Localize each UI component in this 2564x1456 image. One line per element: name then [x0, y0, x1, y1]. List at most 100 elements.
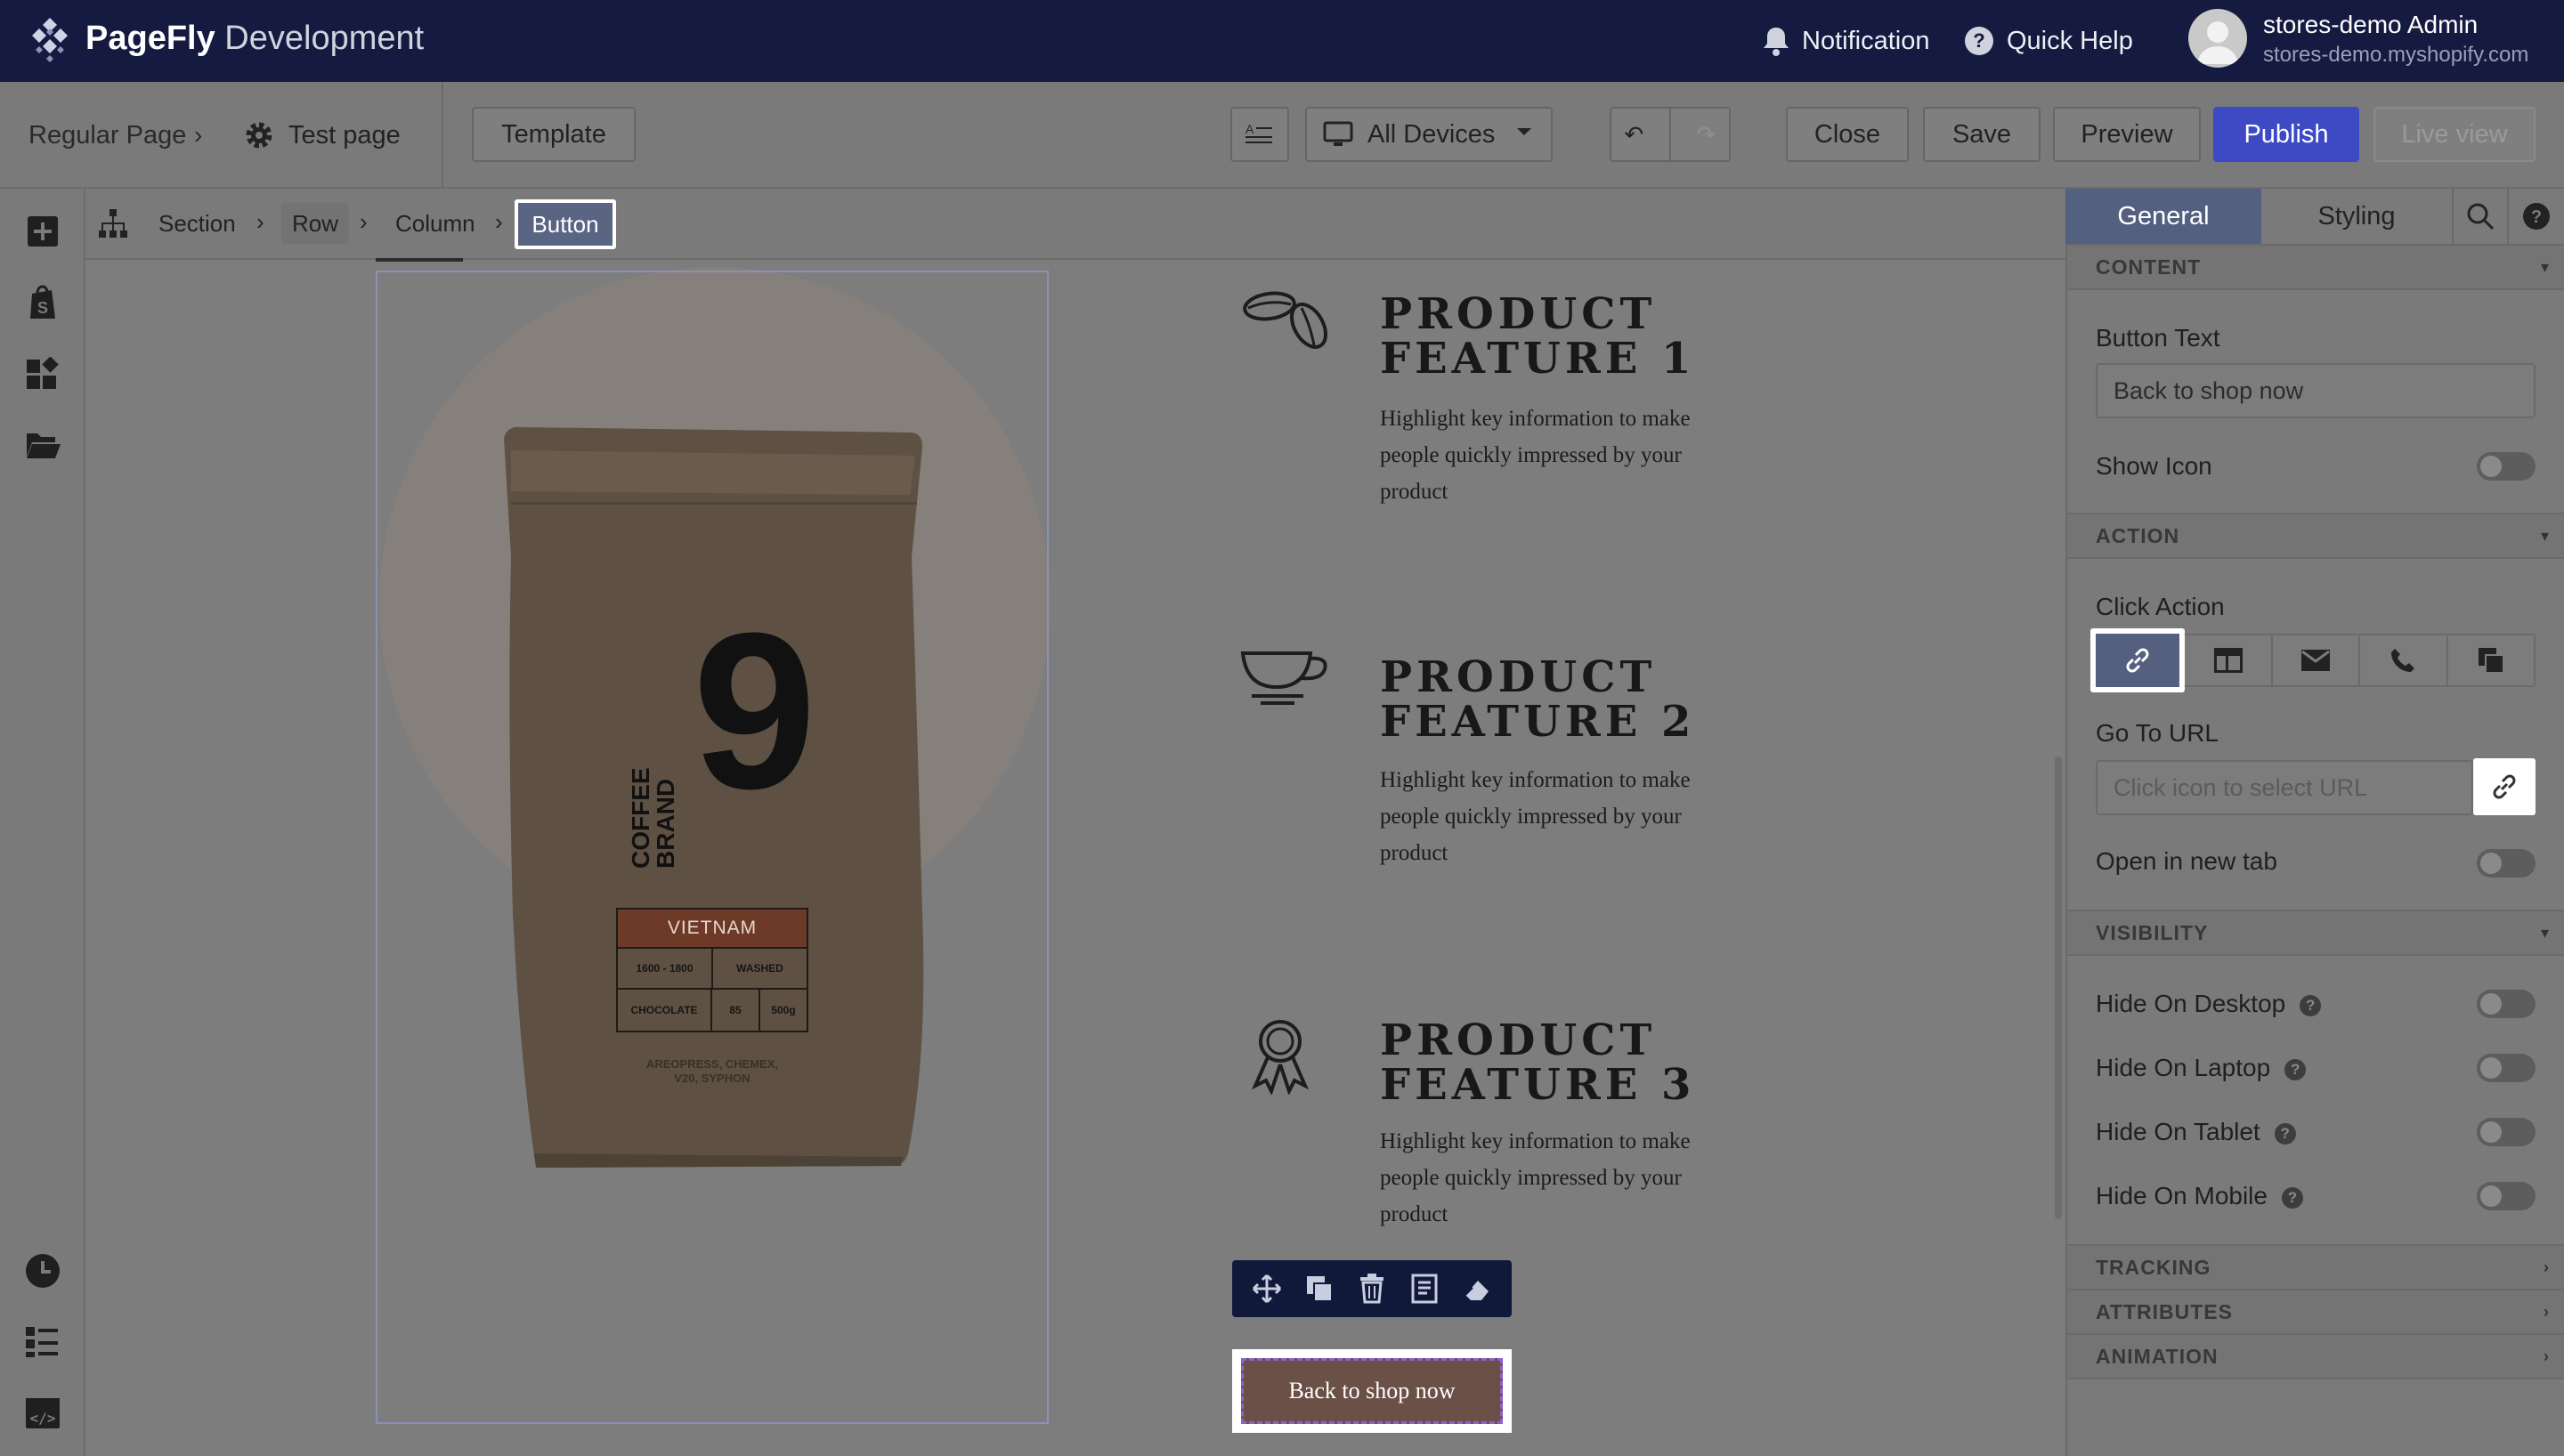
help-icon[interactable]: ?: [2284, 1058, 2307, 1080]
weight-value: 500g: [771, 1004, 796, 1016]
popup-icon: [2478, 648, 2504, 674]
add-element-icon[interactable]: [23, 212, 62, 251]
action-email-option[interactable]: [2273, 635, 2361, 685]
live-view-button[interactable]: Live view: [2373, 107, 2536, 162]
outline-list-icon[interactable]: [23, 1323, 62, 1362]
preview-button[interactable]: Preview: [2053, 107, 2201, 162]
history-clock-icon[interactable]: [23, 1251, 62, 1290]
code-editor-icon[interactable]: </>: [23, 1394, 62, 1433]
hide-desktop-row: Hide On Desktop?: [2096, 990, 2322, 1018]
help-circle-icon: ?: [1965, 27, 1993, 55]
hide-mobile-toggle[interactable]: [2477, 1182, 2536, 1210]
help-icon[interactable]: ?: [2509, 189, 2564, 244]
envelope-icon: [2301, 650, 2331, 671]
help-icon[interactable]: ?: [2300, 994, 2322, 1016]
action-phone-option[interactable]: [2360, 635, 2448, 685]
close-button[interactable]: Close: [1786, 107, 1909, 162]
gear-icon: [246, 122, 272, 149]
url-input[interactable]: Click icon to select URL: [2096, 760, 2473, 815]
attributes-heading: ATTRIBUTES: [2096, 1299, 2233, 1323]
bag-brand-label: COFFEE BRAND: [627, 744, 679, 869]
bell-icon: [1764, 28, 1789, 56]
apps-icon[interactable]: [23, 354, 62, 393]
hide-laptop-toggle[interactable]: [2477, 1054, 2536, 1082]
section-content-header[interactable]: CONTENT ▾: [2067, 244, 2564, 290]
folder-open-icon[interactable]: [23, 425, 62, 465]
user-silhouette-icon: [2197, 21, 2238, 64]
help-icon[interactable]: ?: [2281, 1186, 2303, 1209]
page-type-breadcrumb[interactable]: Regular Page: [28, 121, 186, 150]
chevron-right-icon: ›: [2544, 1302, 2550, 1321]
breadcrumb-button-active[interactable]: Button: [515, 199, 616, 249]
feature-1-title: PRODUCT FEATURE 1: [1380, 292, 1695, 381]
hierarchy-icon[interactable]: [98, 208, 128, 239]
open-new-tab-toggle[interactable]: [2477, 849, 2536, 878]
shopify-bag-icon[interactable]: S: [23, 283, 62, 322]
layout-icon: [2213, 648, 2243, 673]
breadcrumb-section[interactable]: Section: [158, 210, 236, 238]
search-icon[interactable]: [2454, 189, 2509, 244]
hide-laptop-row: Hide On Laptop?: [2096, 1054, 2307, 1082]
section-action-header[interactable]: ACTION ▾: [2067, 513, 2564, 559]
device-selector[interactable]: All Devices: [1305, 107, 1553, 162]
notification-button[interactable]: Notification: [1763, 21, 1929, 61]
canvas-scrollbar[interactable]: [2055, 756, 2062, 1219]
caret-down-icon: ▾: [2540, 526, 2550, 545]
go-to-url-label: Go To URL: [2096, 719, 2219, 747]
chevron-right-icon: ›: [194, 121, 203, 149]
show-icon-toggle[interactable]: [2477, 452, 2536, 481]
quick-help-button[interactable]: ? Quick Help: [1964, 21, 2133, 61]
action-popup-option[interactable]: [2448, 635, 2534, 685]
duplicate-icon[interactable]: [1300, 1269, 1339, 1308]
back-to-shop-button[interactable]: Back to shop now: [1241, 1358, 1503, 1424]
select-url-button[interactable]: [2473, 758, 2536, 815]
hide-mobile-row: Hide On Mobile?: [2096, 1182, 2303, 1210]
product-image-frame[interactable]: COFFEE BRAND 9 VIETNAM 1600 - 1800 WASHE…: [376, 271, 1049, 1424]
section-marker: [376, 258, 463, 262]
link-action-active[interactable]: [2096, 634, 2179, 687]
section-tracking-header[interactable]: TRACKING ›: [2067, 1244, 2564, 1290]
award-ribbon-icon: [1251, 1020, 1310, 1095]
section-attributes-header[interactable]: ATTRIBUTES ›: [2067, 1289, 2564, 1335]
save-as-snippet-icon[interactable]: [1405, 1269, 1444, 1308]
layers-outline-button[interactable]: A: [1230, 107, 1289, 162]
trash-icon[interactable]: [1352, 1269, 1392, 1308]
action-page-option[interactable]: [2185, 635, 2273, 685]
redo-icon[interactable]: ↷: [1697, 121, 1716, 149]
breadcrumb-column[interactable]: Column: [395, 210, 475, 238]
user-name[interactable]: stores-demo Admin: [2263, 11, 2478, 39]
feature-2-description: Highlight key information to make people…: [1380, 768, 1691, 865]
section-visibility-header[interactable]: VISIBILITY ▾: [2067, 910, 2564, 956]
button-text-label: Button Text: [2096, 324, 2220, 352]
help-icon[interactable]: ?: [2274, 1122, 2296, 1145]
eraser-icon[interactable]: [1457, 1269, 1497, 1308]
caret-down-icon: [1517, 128, 1531, 135]
chevron-right-icon: ›: [495, 208, 503, 235]
hide-tablet-toggle[interactable]: [2477, 1118, 2536, 1146]
tab-general[interactable]: General: [2065, 189, 2261, 244]
coffee-bag-image: [504, 426, 924, 1168]
move-icon[interactable]: [1247, 1269, 1286, 1308]
svg-text:</>: </>: [30, 1410, 56, 1427]
feature-2-title: PRODUCT FEATURE 2: [1380, 655, 1695, 744]
user-avatar[interactable]: [2188, 9, 2247, 68]
caret-down-icon: ▾: [2540, 923, 2550, 942]
undo-icon[interactable]: ↶: [1624, 121, 1643, 149]
hide-desktop-toggle[interactable]: [2477, 990, 2536, 1018]
hide-laptop-label: Hide On Laptop: [2096, 1054, 2271, 1081]
page-settings-button[interactable]: Test page: [244, 116, 401, 155]
publish-button[interactable]: Publish: [2213, 107, 2359, 162]
methods-line-1: AREOPRESS, CHEMEX,: [645, 1057, 779, 1071]
save-button[interactable]: Save: [1923, 107, 2041, 162]
breadcrumb-row[interactable]: Row: [292, 210, 338, 238]
toolbar-divider: [442, 82, 443, 189]
template-button[interactable]: Template: [472, 107, 636, 162]
feature-3-title-line-2: FEATURE 3: [1380, 1060, 1696, 1110]
tab-styling[interactable]: Styling: [2261, 189, 2454, 244]
button-text-input[interactable]: Back to shop now: [2096, 363, 2536, 418]
section-animation-header[interactable]: ANIMATION ›: [2067, 1333, 2564, 1379]
hide-desktop-label: Hide On Desktop: [2096, 990, 2286, 1017]
devices-label: All Devices: [1367, 119, 1496, 149]
brand-line-1: COFFEE: [627, 767, 654, 869]
tracking-heading: TRACKING: [2096, 1255, 2211, 1279]
